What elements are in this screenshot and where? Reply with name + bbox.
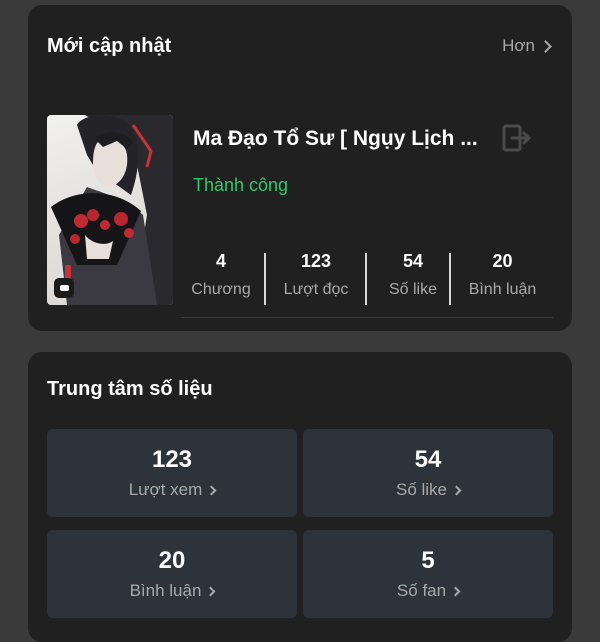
recent-updates-title: Mới cập nhật [47, 35, 172, 57]
metric-value: 123 [300, 251, 332, 271]
data-center-header: Trung tâm số liệu [47, 376, 553, 402]
chevron-right-icon [451, 485, 462, 495]
stat-label-text: Số like [395, 480, 448, 499]
metric-label: Chương [191, 281, 251, 298]
metric-reads: 123 Lượt đọc [267, 249, 365, 307]
book-metrics: 4 Chương 123 Lượt đọc 54 Số like 20 Bình… [181, 249, 553, 307]
data-center-card: Trung tâm số liệu 123 Lượt xem 54 Số lik… [28, 352, 572, 642]
metric-chapters: 4 Chương [181, 249, 261, 307]
stat-label-text: Bình luận [129, 581, 202, 600]
stat-value: 123 [151, 446, 193, 473]
stat-value: 5 [421, 547, 435, 574]
metric-value: 54 [402, 251, 424, 271]
more-label: Hơn [502, 36, 535, 55]
more-link[interactable]: Hơn [502, 35, 553, 57]
stat-label: Lượt xem [128, 479, 217, 501]
stat-value: 54 [414, 446, 442, 473]
stat-tile-likes[interactable]: 54 Số like [303, 429, 553, 517]
stat-value: 20 [158, 547, 186, 574]
metric-value: 4 [215, 251, 226, 271]
metric-likes: 54 Số like [368, 249, 458, 307]
stat-tile-fans[interactable]: 5 Số fan [303, 530, 553, 618]
exit-icon[interactable] [502, 124, 532, 152]
book-cover[interactable] [47, 115, 173, 305]
metric-label: Lượt đọc [283, 281, 349, 298]
metric-label: Bình luận [468, 281, 537, 298]
metric-label: Số like [388, 281, 438, 298]
book-title[interactable]: Ma Đạo Tổ Sư [ Ngụy Lịch ... [193, 125, 493, 153]
card-divider [181, 317, 553, 318]
chat-bubble-icon [54, 278, 74, 298]
stat-label: Bình luận [129, 580, 216, 602]
stat-tile-views[interactable]: 123 Lượt xem [47, 429, 297, 517]
stat-label-text: Lượt xem [128, 480, 203, 499]
metric-comments: 20 Bình luận [452, 249, 553, 307]
data-center-title: Trung tâm số liệu [47, 378, 213, 400]
cover-illustration [51, 115, 173, 305]
recent-updates-header: Mới cập nhật Hơn [47, 33, 553, 59]
chevron-right-icon [206, 485, 217, 495]
chevron-right-icon [205, 586, 216, 596]
chevron-right-icon [539, 39, 552, 53]
publish-status: Thành công [193, 175, 289, 195]
stat-label: Số like [395, 479, 462, 501]
stat-label: Số fan [396, 580, 461, 602]
metric-divider [449, 253, 451, 305]
stat-tile-comments[interactable]: 20 Bình luận [47, 530, 297, 618]
metric-divider [264, 253, 266, 305]
metric-divider [365, 253, 367, 305]
metric-value: 20 [492, 251, 513, 271]
stat-label-text: Số fan [396, 581, 447, 600]
chevron-right-icon [450, 586, 461, 596]
recent-updates-card: Mới cập nhật Hơn Ma Đạo Tổ Sư [ Ngụy Lịc… [28, 5, 572, 331]
